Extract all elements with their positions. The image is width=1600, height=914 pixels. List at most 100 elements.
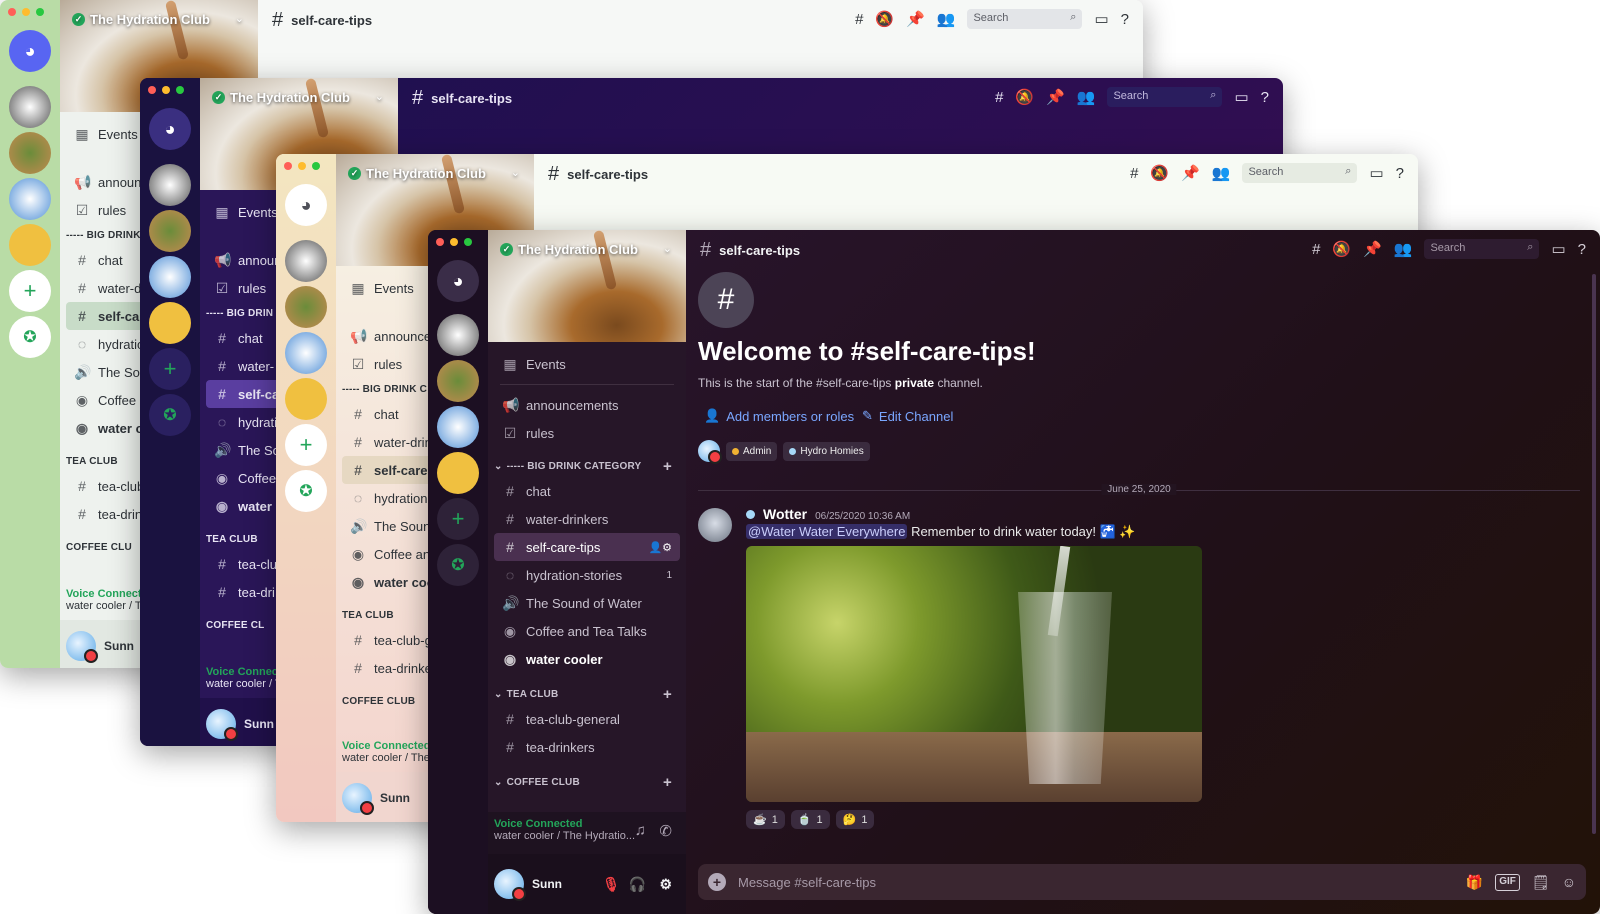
pin-icon[interactable]: 📌: [906, 10, 925, 28]
discord-home-icon[interactable]: ◕: [285, 184, 327, 226]
zoom-window-button[interactable]: [36, 8, 44, 16]
pin-icon[interactable]: 📌: [1181, 164, 1200, 182]
channel-hydration-stories[interactable]: ◌ hydration-stories 1: [488, 561, 686, 589]
chevron-down-icon[interactable]: ⌄: [375, 90, 384, 103]
chevron-down-icon[interactable]: ⌄: [663, 242, 672, 255]
role-badge-hydro-homies[interactable]: Hydro Homies: [783, 441, 870, 461]
minimize-window-button[interactable]: [162, 86, 170, 94]
inbox-icon[interactable]: ▭: [1551, 240, 1565, 258]
minimize-window-button[interactable]: [298, 162, 306, 170]
category-big-drink[interactable]: ⌄ ----- BIG DRINK CATEGORY +: [488, 455, 686, 477]
server-icon-coffee[interactable]: [149, 164, 191, 206]
soundboard-icon[interactable]: ♫: [635, 822, 646, 839]
members-icon[interactable]: 👥: [1212, 164, 1231, 182]
minimize-window-button[interactable]: [22, 8, 30, 16]
server-name[interactable]: ✓ The Hydration Club: [212, 90, 350, 105]
server-icon-plant[interactable]: [9, 132, 51, 174]
zoom-window-button[interactable]: [312, 162, 320, 170]
add-server-icon[interactable]: +: [285, 424, 327, 466]
server-icon-water[interactable]: [285, 332, 327, 374]
mute-bell-icon[interactable]: 🔕: [1015, 88, 1034, 106]
server-icon-water[interactable]: [437, 406, 479, 448]
channel-tea-drinkers[interactable]: # tea-drinkers: [488, 733, 686, 761]
add-server-icon[interactable]: +: [149, 348, 191, 390]
avatar[interactable]: [698, 440, 722, 464]
channel-water-cooler[interactable]: ◉ water cooler: [488, 645, 686, 673]
members-icon[interactable]: 👥: [1394, 240, 1413, 258]
channel-announcements[interactable]: 📢 announcements: [488, 391, 686, 419]
add-members-button[interactable]: 👤 Add members or roles: [704, 408, 854, 424]
server-icon-water[interactable]: [9, 178, 51, 220]
explore-compass-icon[interactable]: ✪: [9, 316, 51, 358]
reaction-coffee[interactable]: ☕ 1: [746, 810, 785, 829]
inbox-icon[interactable]: ▭: [1234, 88, 1248, 106]
edit-channel-button[interactable]: ✎ Edit Channel: [862, 408, 953, 424]
add-server-icon[interactable]: +: [9, 270, 51, 312]
server-name[interactable]: ✓ The Hydration Club: [500, 242, 638, 257]
avatar[interactable]: [494, 869, 526, 901]
emoji-icon[interactable]: ☺: [1562, 874, 1576, 891]
inbox-icon[interactable]: ▭: [1094, 10, 1108, 28]
explore-compass-icon[interactable]: ✪: [285, 470, 327, 512]
message-input[interactable]: + Message #self-care-tips 🎁 GIF 🗒 ☺: [698, 864, 1586, 900]
server-icon-board[interactable]: [9, 224, 51, 266]
members-icon[interactable]: 👥: [1077, 88, 1096, 106]
avatar[interactable]: [206, 709, 238, 741]
add-channel-icon[interactable]: +: [663, 774, 672, 791]
channel-chat[interactable]: # chat: [488, 477, 686, 505]
category-tea-club[interactable]: ⌄ TEA CLUB +: [488, 683, 686, 705]
search-input[interactable]: Search ⌕: [1107, 87, 1223, 107]
attach-plus-icon[interactable]: +: [708, 873, 726, 891]
channel-water-drinkers[interactable]: # water-drinkers: [488, 505, 686, 533]
discord-home-icon[interactable]: ◕: [437, 260, 479, 302]
gift-icon[interactable]: 🎁: [1466, 874, 1483, 891]
message-author[interactable]: Wotter: [763, 506, 807, 522]
scrollbar[interactable]: [1592, 274, 1596, 834]
help-icon[interactable]: ?: [1396, 165, 1404, 182]
server-icon-coffee[interactable]: [437, 314, 479, 356]
server-icon-coffee[interactable]: [285, 240, 327, 282]
chevron-down-icon[interactable]: ⌄: [235, 12, 244, 25]
headphones-icon[interactable]: 🎧: [629, 876, 646, 893]
server-icon-water[interactable]: [149, 256, 191, 298]
server-icon-plant[interactable]: [437, 360, 479, 402]
close-window-button[interactable]: [436, 238, 444, 246]
close-window-button[interactable]: [284, 162, 292, 170]
help-icon[interactable]: ?: [1121, 11, 1129, 28]
channel-sound-of-water[interactable]: 🔊 The Sound of Water: [488, 589, 686, 617]
avatar[interactable]: [698, 508, 732, 542]
sticker-icon[interactable]: 🗒: [1532, 874, 1550, 891]
settings-gear-icon[interactable]: ⚙: [659, 876, 672, 893]
add-server-icon[interactable]: +: [437, 498, 479, 540]
server-icon-plant[interactable]: [285, 286, 327, 328]
disconnect-icon[interactable]: ✆: [659, 822, 672, 840]
members-icon[interactable]: 👥: [937, 10, 956, 28]
zoom-window-button[interactable]: [176, 86, 184, 94]
events-item[interactable]: ▦ Events: [488, 350, 686, 378]
close-window-button[interactable]: [8, 8, 16, 16]
threads-icon[interactable]: #: [995, 89, 1003, 106]
server-icon-coffee[interactable]: [9, 86, 51, 128]
threads-icon[interactable]: #: [855, 11, 863, 28]
help-icon[interactable]: ?: [1261, 89, 1269, 106]
zoom-window-button[interactable]: [464, 238, 472, 246]
role-badge-admin[interactable]: Admin: [726, 441, 778, 461]
invite-gear-icons[interactable]: 👤⚙: [648, 541, 672, 554]
search-input[interactable]: Search ⌕: [1242, 163, 1358, 183]
message-image-glass-of-water[interactable]: [746, 546, 1202, 802]
server-icon-plant[interactable]: [149, 210, 191, 252]
server-banner[interactable]: ✓ The Hydration Club ⌄: [488, 230, 686, 342]
threads-icon[interactable]: #: [1312, 241, 1320, 258]
mute-bell-icon[interactable]: 🔕: [875, 10, 894, 28]
search-input[interactable]: Search ⌕: [1424, 239, 1540, 259]
pin-icon[interactable]: 📌: [1046, 88, 1065, 106]
mute-bell-icon[interactable]: 🔕: [1332, 240, 1351, 258]
explore-compass-icon[interactable]: ✪: [437, 544, 479, 586]
help-icon[interactable]: ?: [1578, 241, 1586, 258]
close-window-button[interactable]: [148, 86, 156, 94]
channel-tea-club-general[interactable]: # tea-club-general: [488, 705, 686, 733]
server-name[interactable]: ✓ The Hydration Club: [72, 12, 210, 27]
mic-muted-icon[interactable]: 🎙: [602, 876, 620, 893]
inbox-icon[interactable]: ▭: [1369, 164, 1383, 182]
avatar[interactable]: [66, 631, 98, 663]
